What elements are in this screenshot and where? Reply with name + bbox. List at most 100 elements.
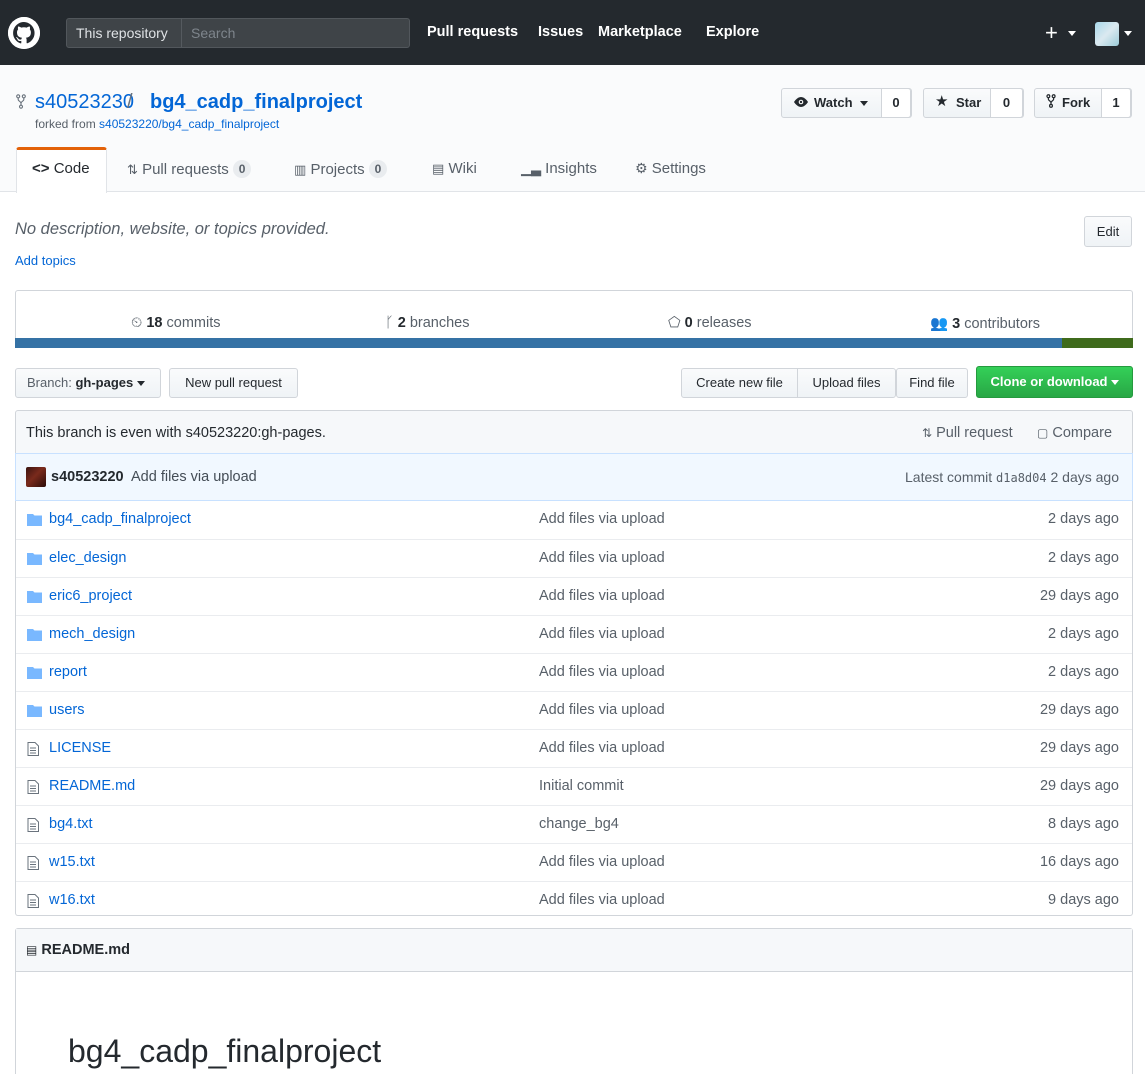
repo-forked-icon [16,94,26,113]
nav-marketplace[interactable]: Marketplace [598,24,682,40]
contributors-link[interactable]: 👥 3 contributors [930,315,1040,332]
create-caret-icon[interactable] [1068,31,1076,36]
folder-icon [27,666,43,680]
nav-pull-requests[interactable]: Pull requests [427,24,518,40]
clone-label: Clone or download [990,374,1108,389]
file-name-link[interactable]: elec_design [49,550,126,566]
file-commit-message[interactable]: Initial commit [539,778,624,794]
file-text-icon [27,742,43,756]
branch-select-button[interactable]: Branch: gh-pages [15,368,161,398]
user-avatar[interactable] [1095,22,1119,46]
history-icon: ⏲ [131,315,143,331]
folder-icon [27,628,43,642]
table-row: w15.txt Add files via upload 16 days ago [16,843,1132,881]
upload-files-button[interactable]: Upload files [797,368,896,398]
tab-pull-requests-count: 0 [232,160,252,178]
branches-label: branches [409,315,470,331]
star-count[interactable]: 0 [990,88,1023,118]
commit-author-avatar[interactable] [26,467,46,487]
file-commit-message[interactable]: Add files via upload [539,854,665,870]
commits-link[interactable]: ⏲ 18 commits [131,315,221,331]
file-commit-message[interactable]: Add files via upload [539,740,665,756]
repo-owner-link[interactable]: s40523230 [35,91,134,114]
add-topics-link[interactable]: Add topics [15,253,76,268]
latest-commit-bar: s40523220 Add files via upload Latest co… [15,453,1133,501]
find-file-button[interactable]: Find file [896,368,968,398]
file-age: 2 days ago [1048,511,1119,527]
commit-message[interactable]: Add files via upload [131,469,257,485]
branches-link[interactable]: ᚴ 2 branches [385,315,470,331]
search-input[interactable]: Search [191,19,235,47]
clone-or-download-button[interactable]: Clone or download [976,366,1133,398]
tab-pull-requests[interactable]: ⇅ Pull requests 0 [127,160,252,178]
github-logo-icon[interactable] [8,17,40,49]
branch-status-text: This branch is even with s40523220:gh-pa… [26,425,326,441]
watch-button[interactable]: Watch 0 [781,88,912,118]
file-commit-message[interactable]: Add files via upload [539,626,665,642]
file-commit-message[interactable]: change_bg4 [539,816,619,832]
tab-wiki[interactable]: ▤ Wiki [432,160,477,177]
tab-insights[interactable]: ▁▃ Insights [521,160,597,177]
file-name-link[interactable]: report [49,664,87,680]
branch-infobar: This branch is even with s40523220:gh-pa… [15,410,1133,454]
fork-count[interactable]: 1 [1101,88,1131,118]
commit-sha[interactable]: d1a8d04 [996,471,1047,485]
watch-caret-icon [860,101,868,107]
file-age: 29 days ago [1039,588,1119,604]
file-commit-message[interactable]: Add files via upload [539,892,665,908]
forked-from-prefix: forked from [35,117,96,131]
watch-count[interactable]: 0 [881,88,911,118]
edit-description-button[interactable]: Edit [1084,216,1132,247]
fork-icon [1046,90,1056,118]
file-name-link[interactable]: w16.txt [49,892,95,908]
file-commit-message[interactable]: Add files via upload [539,511,665,527]
create-new-file-button[interactable]: Create new file [681,368,798,398]
file-age: 2 days ago [1048,664,1119,680]
commits-label: commits [166,315,221,331]
search-scope-label[interactable]: This repository [67,19,182,47]
readme-filename: README.md [41,942,130,958]
file-commit-message[interactable]: Add files via upload [539,664,665,680]
file-commit-message[interactable]: Add files via upload [539,702,665,718]
language-bar[interactable] [15,338,1133,348]
forked-from-link[interactable]: s40523220/bg4_cadp_finalproject [99,117,279,131]
file-age: 29 days ago [1039,740,1119,756]
releases-link[interactable]: ⬠ 0 releases [668,315,752,331]
tab-projects-count: 0 [368,160,388,178]
contributors-label: contributors [964,316,1040,332]
branches-count: 2 [397,315,406,331]
tab-code-label[interactable]: <> Code [32,160,90,177]
file-name-link[interactable]: w15.txt [49,854,95,870]
forked-from-note: forked from s40523220/bg4_cadp_finalproj… [35,117,279,131]
commit-author[interactable]: s40523220 [51,469,124,485]
file-name-link[interactable]: bg4.txt [49,816,93,832]
create-new-icon[interactable]: + [1045,22,1058,44]
fork-button[interactable]: Fork 1 [1034,88,1132,118]
file-name-link[interactable]: README.md [49,778,135,794]
nav-issues[interactable]: Issues [538,24,583,40]
repo-path-separator: / [127,91,133,113]
file-commit-message[interactable]: Add files via upload [539,588,665,604]
file-text-icon [27,856,43,870]
pull-request-link[interactable]: ⇅ Pull request [922,425,1013,441]
file-age: 29 days ago [1039,702,1119,718]
file-name-link[interactable]: bg4_cadp_finalproject [49,511,191,527]
compare-link[interactable]: ▢ Compare [1037,425,1112,441]
file-name-link[interactable]: mech_design [49,626,135,642]
user-menu-caret-icon[interactable] [1124,31,1132,36]
language-bar-secondary[interactable] [1062,338,1133,348]
file-name-link[interactable]: LICENSE [49,740,111,756]
tab-projects[interactable]: ▥ Projects 0 [294,160,388,178]
search-box[interactable]: This repository Search [66,18,410,48]
star-button[interactable]: ★ Star 0 [923,88,1024,118]
nav-explore[interactable]: Explore [706,24,759,40]
organization-icon: 👥 [930,316,949,332]
tab-wiki-text: Wiki [448,160,477,177]
file-commit-message[interactable]: Add files via upload [539,550,665,566]
file-name-link[interactable]: eric6_project [49,588,132,604]
new-pull-request-button[interactable]: New pull request [169,368,298,398]
file-name-link[interactable]: users [49,702,84,718]
tab-settings[interactable]: ⚙ Settings [635,160,706,177]
pull-request-icon: ⇅ [127,162,138,177]
repo-name-link[interactable]: bg4_cadp_finalproject [150,91,362,114]
